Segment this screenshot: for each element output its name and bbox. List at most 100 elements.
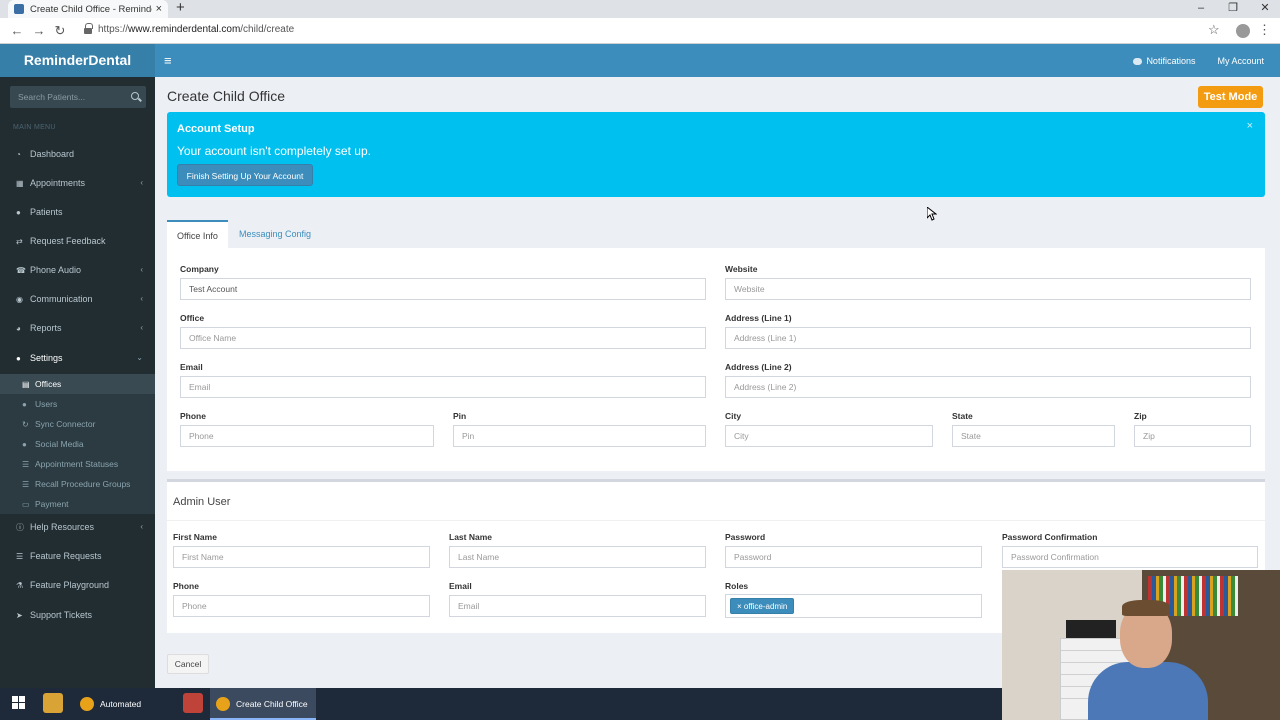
money-icon: ▭ bbox=[22, 500, 30, 509]
tab-office-info[interactable]: Office Info bbox=[167, 220, 228, 248]
cancel-button[interactable]: Cancel bbox=[167, 654, 209, 674]
sidebar-subitem-sync-connector[interactable]: ↻ Sync Connector bbox=[0, 414, 155, 434]
tab-messaging-config[interactable]: Messaging Config bbox=[229, 220, 321, 248]
close-window-button[interactable]: ✕ bbox=[1250, 0, 1280, 18]
list-icon: ☰ bbox=[16, 552, 24, 561]
search-patients-input[interactable] bbox=[10, 86, 128, 108]
sidebar-item-label: Patients bbox=[30, 207, 63, 217]
finish-setup-button[interactable]: Finish Setting Up Your Account bbox=[177, 164, 313, 186]
sidebar-item-feature-requests[interactable]: ☰ Feature Requests bbox=[0, 545, 155, 567]
first-name-input[interactable] bbox=[173, 546, 430, 568]
browser-menu-icon[interactable]: ⋮ bbox=[1258, 22, 1271, 38]
pin-input[interactable] bbox=[453, 425, 706, 447]
company-input[interactable] bbox=[180, 278, 706, 300]
page-title: Create Child Office bbox=[167, 88, 286, 104]
bookmark-star-icon[interactable]: ☆ bbox=[1208, 22, 1220, 38]
sidebar-subitem-recall-procedure-groups[interactable]: ☰ Recall Procedure Groups bbox=[0, 474, 155, 494]
address-line1-input[interactable] bbox=[725, 327, 1251, 349]
email-input[interactable] bbox=[180, 376, 706, 398]
sidebar-subitem-appointment-statuses[interactable]: ☰ Appointment Statuses bbox=[0, 454, 155, 474]
file-explorer-icon[interactable] bbox=[43, 693, 63, 713]
zip-input[interactable] bbox=[1134, 425, 1251, 447]
sidebar-item-label: Communication bbox=[30, 294, 93, 304]
sidebar-subitem-payment[interactable]: ▭ Payment bbox=[0, 494, 155, 514]
chevron-left-icon: ‹ bbox=[140, 522, 143, 531]
calendar-icon: ▦ bbox=[16, 179, 24, 188]
windows-start-icon[interactable] bbox=[12, 696, 26, 710]
website-input[interactable] bbox=[725, 278, 1251, 300]
sidebar-subitem-users[interactable]: ● Users bbox=[0, 394, 155, 414]
sidebar-item-settings[interactable]: ● Settings ⌄ bbox=[0, 347, 155, 369]
url-path: /child/create bbox=[240, 24, 295, 35]
maximize-button[interactable]: ❐ bbox=[1218, 0, 1248, 18]
password-label: Password bbox=[725, 532, 766, 542]
back-arrow-icon[interactable]: ← bbox=[8, 22, 26, 40]
sidebar-item-support-tickets[interactable]: ➤ Support Tickets bbox=[0, 604, 155, 626]
sidebar-item-feature-playground[interactable]: ⚗ Feature Playground bbox=[0, 574, 155, 596]
forward-arrow-icon[interactable]: → bbox=[30, 22, 48, 40]
paper-plane-icon: ➤ bbox=[16, 611, 23, 620]
sidebar-item-appointments[interactable]: ▦ Appointments ‹ bbox=[0, 172, 155, 194]
app-icon[interactable] bbox=[183, 693, 203, 713]
admin-phone-label: Phone bbox=[173, 581, 199, 591]
taskbar-item-create-child-office[interactable]: Create Child Office ... bbox=[210, 688, 316, 720]
sidebar-item-request-feedback[interactable]: ⇄ Request Feedback bbox=[0, 230, 155, 252]
brand-logo[interactable]: ReminderDental bbox=[0, 44, 155, 77]
printer bbox=[1066, 620, 1116, 640]
admin-email-input[interactable] bbox=[449, 595, 706, 617]
profile-avatar-icon[interactable] bbox=[1236, 24, 1250, 38]
address-bar: ← → ↻ https://www.reminderdental.com/chi… bbox=[0, 18, 1280, 44]
address-line2-input[interactable] bbox=[725, 376, 1251, 398]
last-name-input[interactable] bbox=[449, 546, 706, 568]
chrome-icon bbox=[216, 697, 230, 711]
pin-label: Pin bbox=[453, 411, 467, 421]
password-confirmation-input[interactable] bbox=[1002, 546, 1258, 568]
sidebar-subitem-label: Users bbox=[35, 399, 58, 409]
dashboard-icon: ◔ bbox=[16, 150, 21, 159]
sidebar-item-dashboard[interactable]: ◔ Dashboard bbox=[0, 143, 155, 165]
pie-chart-icon: ◕ bbox=[16, 324, 21, 333]
webcam-overlay bbox=[1002, 570, 1280, 720]
chrome-icon bbox=[80, 697, 94, 711]
phone-input[interactable] bbox=[180, 425, 434, 447]
password-input[interactable] bbox=[725, 546, 982, 568]
hamburger-menu-icon[interactable]: ≡ bbox=[164, 53, 172, 68]
presenter-body bbox=[1088, 662, 1208, 720]
sidebar-item-help-resources[interactable]: ⓘ Help Resources ‹ bbox=[0, 516, 155, 538]
browser-tab[interactable]: Create Child Office - ReminderDe × bbox=[8, 0, 168, 18]
remove-role-icon[interactable]: × bbox=[737, 602, 742, 611]
minimize-button[interactable]: – bbox=[1186, 0, 1216, 18]
search-icon[interactable] bbox=[131, 92, 139, 100]
url-field[interactable]: https://www.reminderdental.com/child/cre… bbox=[98, 24, 294, 35]
sidebar-item-phone-audio[interactable]: ☎ Phone Audio ‹ bbox=[0, 259, 155, 281]
sidebar-item-label: Request Feedback bbox=[30, 236, 106, 246]
url-scheme: https:// bbox=[98, 24, 129, 35]
office-name-input[interactable] bbox=[180, 327, 706, 349]
sidebar-subitem-social-media[interactable]: ● Social Media bbox=[0, 434, 155, 454]
admin-phone-input[interactable] bbox=[173, 595, 430, 617]
my-account-link[interactable]: My Account bbox=[1217, 56, 1264, 66]
state-input[interactable] bbox=[952, 425, 1115, 447]
sidebar-subitem-offices[interactable]: ▤ Offices bbox=[0, 374, 155, 394]
taskbar-item-automated-messages[interactable]: Automated Messag... bbox=[74, 688, 178, 720]
sidebar-subitem-label: Appointment Statuses bbox=[35, 459, 119, 469]
new-tab-button[interactable]: + bbox=[176, 0, 185, 18]
roles-select[interactable]: × office-admin bbox=[725, 594, 982, 618]
notifications-link[interactable]: Notifications bbox=[1133, 56, 1195, 66]
city-input[interactable] bbox=[725, 425, 933, 447]
chevron-down-icon: ⌄ bbox=[136, 353, 143, 362]
phone-label: Phone bbox=[180, 411, 206, 421]
sidebar-item-patients[interactable]: ● Patients bbox=[0, 201, 155, 223]
company-label: Company bbox=[180, 264, 219, 274]
windows-taskbar: Automated Messag... Create Child Office … bbox=[0, 688, 1002, 720]
account-setup-callout: Account Setup Your account isn't complet… bbox=[167, 112, 1265, 197]
sidebar-item-communication[interactable]: ◉ Communication ‹ bbox=[0, 288, 155, 310]
close-icon[interactable]: × bbox=[1247, 120, 1253, 132]
reload-icon[interactable]: ↻ bbox=[51, 22, 69, 40]
sidebar-item-label: Appointments bbox=[30, 178, 86, 188]
sidebar-item-reports[interactable]: ◕ Reports ‹ bbox=[0, 317, 155, 339]
chevron-left-icon: ‹ bbox=[140, 294, 143, 303]
sidebar-item-label: Help Resources bbox=[30, 522, 95, 532]
test-mode-badge[interactable]: Test Mode bbox=[1198, 86, 1263, 108]
close-tab-icon[interactable]: × bbox=[156, 3, 162, 15]
